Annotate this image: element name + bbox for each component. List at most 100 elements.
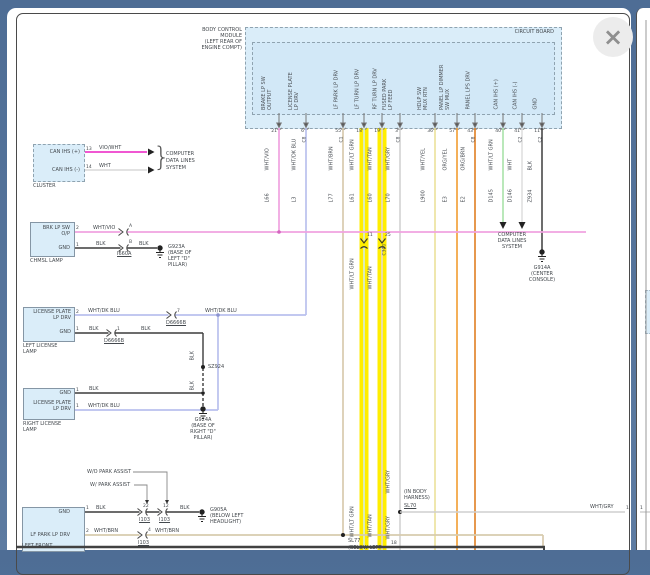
conn-d6666b-link[interactable]: D6666B xyxy=(166,320,186,326)
chmsl-pin1-num: 1 xyxy=(76,243,79,249)
leftlic-pin2: 2 xyxy=(76,310,79,316)
wire-label-blk: BLK xyxy=(141,326,151,332)
bcm-pin-num: 41 xyxy=(509,129,520,135)
ground-g924a-label: G924A (BASE OF RIGHT "D" PILLAR) xyxy=(181,417,225,441)
wire-label-wht-gry-vert: WHT/GRY xyxy=(387,470,393,494)
callout-w-park-assist xyxy=(134,485,147,500)
next-page-pin-1: 1 xyxy=(640,506,643,512)
wo-park-assist-label: W/O PARK ASSIST xyxy=(87,469,131,475)
conn-pin7: 7 xyxy=(177,309,180,315)
computer-data-lines-label: COMPUTER DATA LINES SYSTEM xyxy=(489,232,535,250)
arrow-d145 xyxy=(500,222,507,229)
wire-label-blk-vert: BLK xyxy=(191,351,197,361)
conn-d6666b-link[interactable]: D6666B xyxy=(104,338,124,344)
w-park-assist-label: W/ PARK ASSIST xyxy=(90,482,130,488)
ground-g914a-label: G914A (CENTER CONSOLE) xyxy=(523,265,561,283)
edge-pin-1: 1 xyxy=(626,506,629,512)
wire-label-blk: BLK xyxy=(96,505,106,511)
wire-label-blk: BLK xyxy=(180,505,190,511)
wire-color-label: WHT/LT GRN xyxy=(351,139,357,170)
bcm-board-label: CIRCUIT BOARD xyxy=(468,29,554,35)
bcm-pin-name: FUSED PARK LP FEED xyxy=(383,79,394,110)
bcm-pin-num: 57 xyxy=(444,129,455,135)
junction-lic-gnd xyxy=(201,391,205,395)
bcm-pin-num: 36 xyxy=(422,129,433,135)
bottom-pin-18: 18 xyxy=(391,541,397,547)
close-button[interactable]: × xyxy=(593,17,633,57)
circuit-label: L77 xyxy=(330,193,336,202)
leftlic-gnd-label: GND xyxy=(25,329,71,335)
rightlic-pin1b: 1 xyxy=(76,404,79,410)
wire-color-label: WHT/DK BLU xyxy=(293,139,299,171)
wire-color-label: WHT/BRN xyxy=(330,146,336,170)
wire-color-label: WHT/GRY xyxy=(387,147,393,171)
bcm-pin-num: 19 xyxy=(369,129,380,135)
wire-color-label: ORG/YEL xyxy=(444,149,450,171)
cluster-pin14-num: 14 xyxy=(86,165,92,171)
conn-b-label: B xyxy=(129,240,132,246)
circuit-label: L3 xyxy=(293,197,299,203)
wire-label-wht-dkblu: WHT/DK BLU xyxy=(205,308,237,314)
circuit-label: L66 xyxy=(266,193,272,202)
bcm-pin-name: CAN IHS (-) xyxy=(514,82,520,110)
lfpark-pin2: 2 xyxy=(86,529,89,535)
bcm-pin-name: CAN IHS (+) xyxy=(495,79,501,109)
bcm-pin-num: 55 xyxy=(330,129,341,135)
conn-i103-link[interactable]: I103 xyxy=(139,517,150,523)
junction-l66 xyxy=(277,230,281,234)
splice-sl77-dot xyxy=(341,533,345,537)
callout-wo-park-assist xyxy=(133,472,167,500)
conn-i660a-link[interactable]: I660A xyxy=(117,251,131,257)
conn-pin22: 22 xyxy=(143,504,149,510)
ground-g923a xyxy=(156,246,164,258)
circuit-label: L900 xyxy=(422,190,428,202)
cluster-box-label: CLUSTER xyxy=(33,183,56,189)
wire-label-wht-vio: WHT/VIO xyxy=(93,225,115,231)
wire-label-wht-brn: WHT/BRN xyxy=(155,528,179,534)
bcm-conn-id: C8 xyxy=(303,136,309,142)
wire-label-wht-gry: WHT/GRY xyxy=(590,504,614,510)
chmsl-gnd-label: GND xyxy=(32,245,70,251)
wire-label-wht-gry-vert: WHT/GRY xyxy=(387,516,393,540)
bcm-pin-name: LF PARK LP DRV xyxy=(335,70,341,110)
wire-color-label: ORG/BRN xyxy=(462,147,468,171)
conn-i103-link[interactable]: I103 xyxy=(138,540,149,546)
wire-label-vio-wht: VIO/WHT xyxy=(99,145,121,151)
bcm-conn-id: C8 xyxy=(397,136,403,142)
splice-sl77-label: SL77 xyxy=(348,538,360,544)
bcm-pin-name: GND xyxy=(534,98,540,109)
conn-pin12: 12 xyxy=(163,504,169,510)
circuit-label: L70 xyxy=(387,193,393,202)
wire-label-blk: BLK xyxy=(89,326,99,332)
wire-label-wht-tan-vert: WHT/TAN xyxy=(369,266,375,289)
computer-data-lines-label: COMPUTER DATA LINES SYSTEM xyxy=(166,151,195,172)
conn-pin1: 1 xyxy=(117,327,120,333)
wire-label-wht-brn: WHT/BRN xyxy=(94,528,118,534)
c300-pin-right: 25 xyxy=(385,233,391,239)
rightlic-box-label: RIGHT LICENSE LAMP xyxy=(23,421,61,433)
wire-label-wht-dkblu: WHT/DK BLU xyxy=(88,403,120,409)
circuit-label: L61 xyxy=(351,193,357,202)
rightlic-drv-label: LICENSE PLATE LP DRV xyxy=(25,400,71,412)
bcm-module-label: BODY CONTROL MODULE (LEFT REAR OF ENGINE… xyxy=(190,27,242,51)
bcm-conn-id: C8 xyxy=(472,136,478,142)
circuit-label: E2 xyxy=(462,196,468,202)
wire-leftlic-blk xyxy=(75,333,203,368)
ground-g923a-label: G923A (BASE OF LEFT "D" PILLAR) xyxy=(168,244,192,268)
circuit-label: D146 xyxy=(509,189,515,202)
circuit-label: Z934 xyxy=(529,190,535,203)
circuit-label: E3 xyxy=(444,196,450,202)
bcm-pin-name: BRAKE LP SW OUTPUT xyxy=(262,76,273,110)
splice-sl77-loc: (BELOW LEFT xyxy=(348,545,381,551)
conn-i103-link[interactable]: I103 xyxy=(159,517,170,523)
ground-g905a xyxy=(198,510,206,522)
bcm-pin-name: PANEL LP DIMMER SW MUX xyxy=(440,65,451,110)
bcm-pin-name: LF TURN LP DRV xyxy=(356,69,362,110)
splice-sl70-name[interactable]: SL70 xyxy=(404,503,416,509)
bcm-pin-name: LICENSE PLATE LP DRV xyxy=(289,72,300,110)
bcm-pin-num: 11 xyxy=(529,129,540,135)
chmsl-pin2-label: BRK LP SW O/P xyxy=(32,225,70,237)
conn-a-label: A xyxy=(129,224,132,230)
cluster-pin13-num: 13 xyxy=(86,147,92,153)
lfpark-pin1: 1 xyxy=(86,506,89,512)
